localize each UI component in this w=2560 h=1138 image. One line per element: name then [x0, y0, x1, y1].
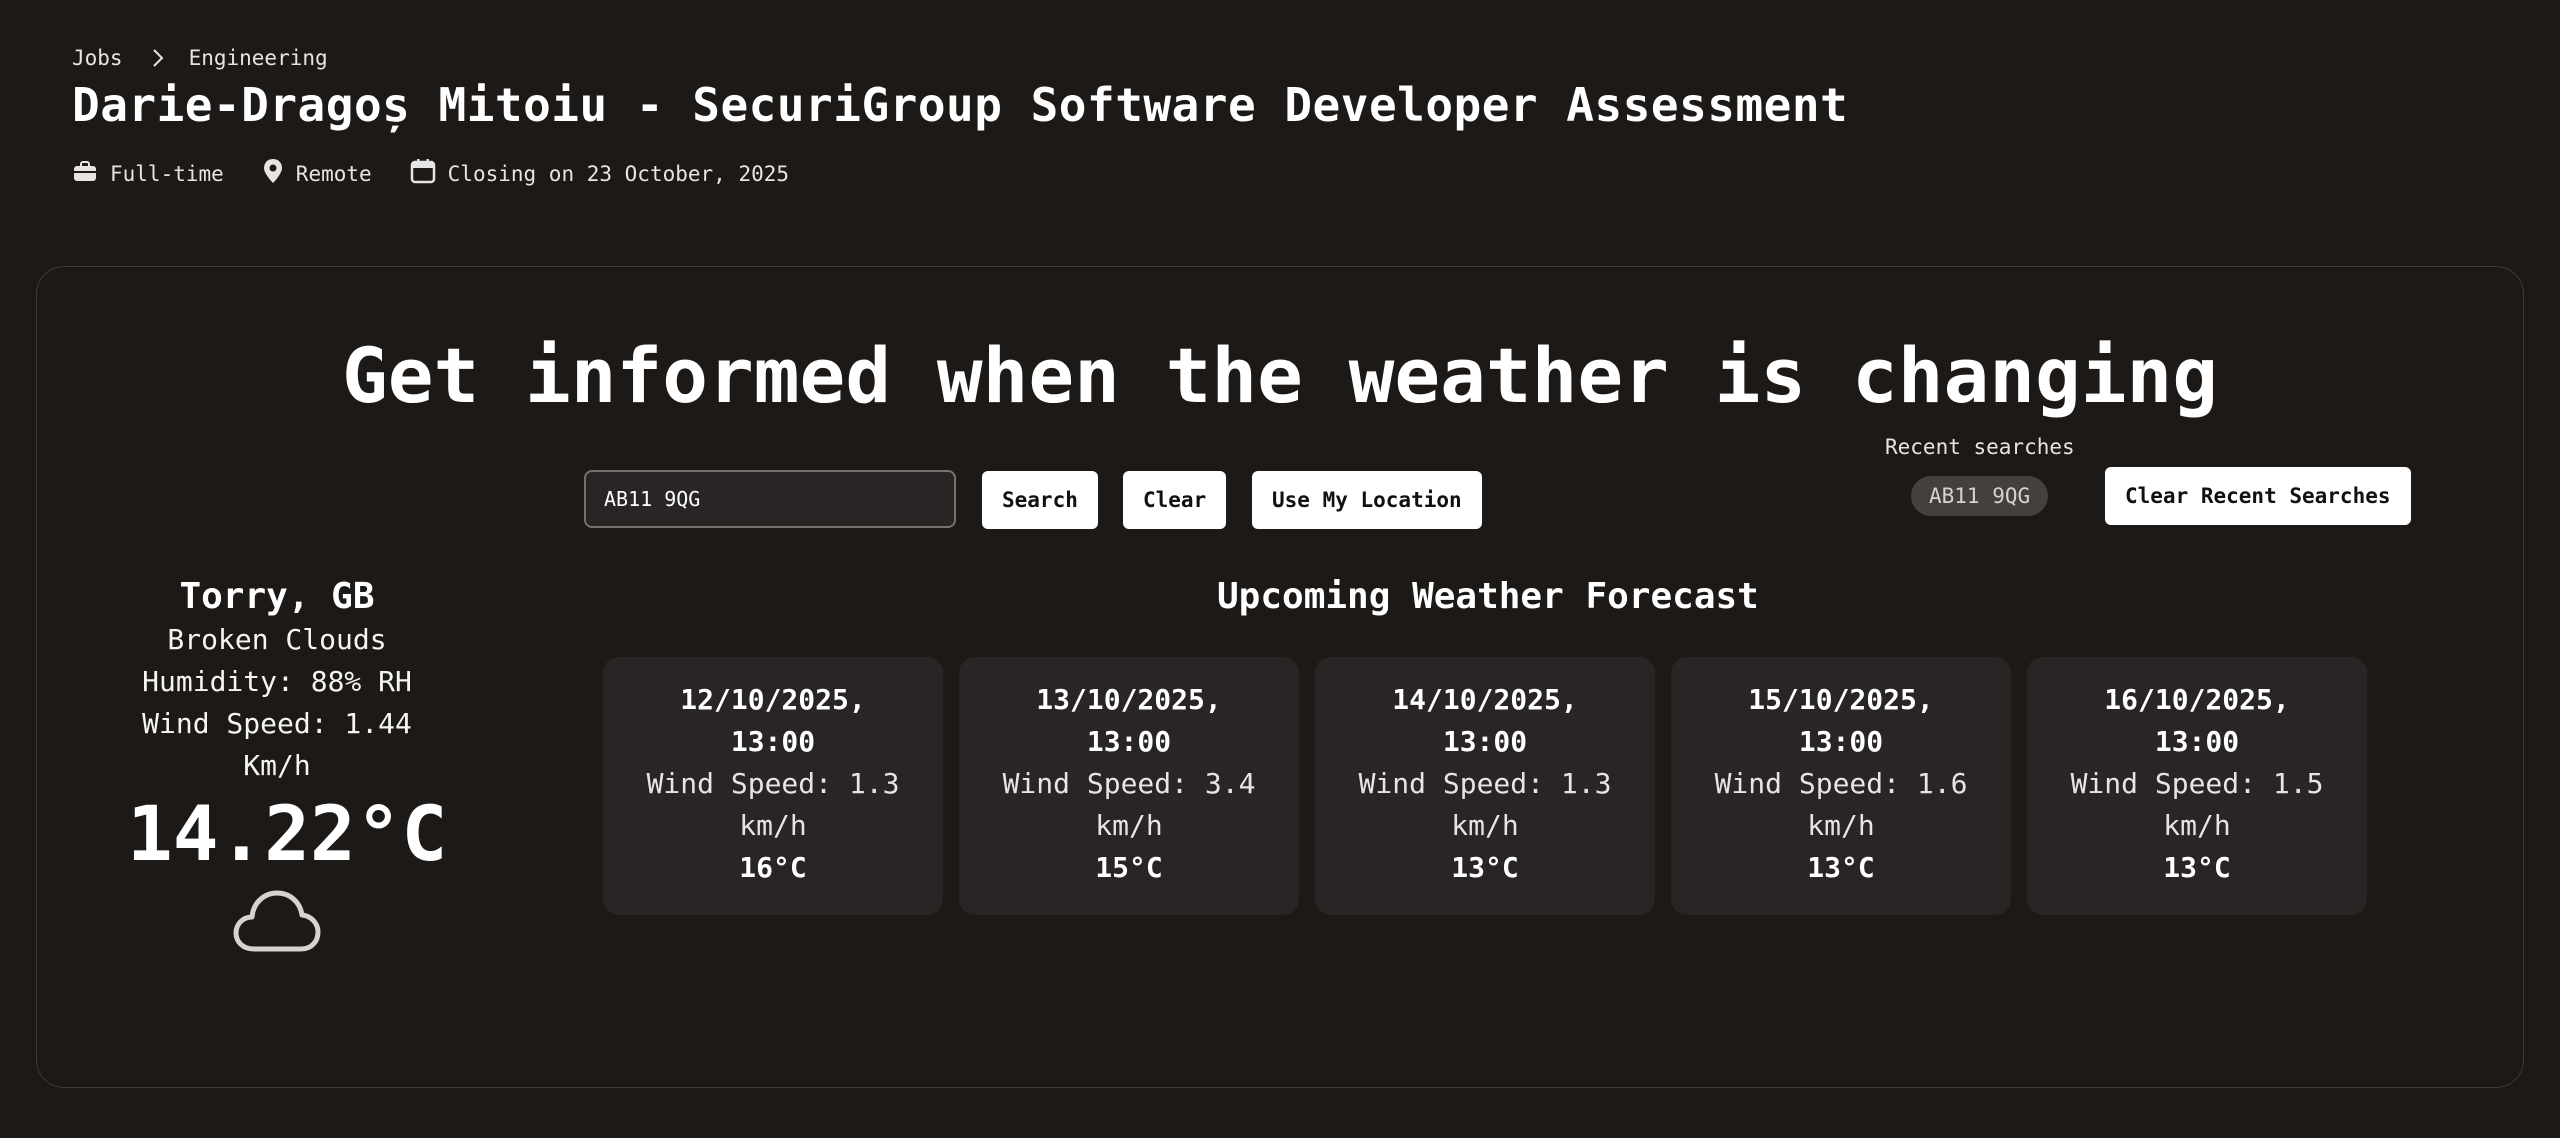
forecast-temp: 13°C	[2163, 851, 2231, 884]
job-location: Remote	[262, 158, 372, 189]
clear-recent-searches-button[interactable]: Clear Recent Searches	[2105, 467, 2411, 525]
job-closing-label: Closing on 23 October, 2025	[447, 161, 790, 186]
forecast-card: 16/10/2025, 13:00 Wind Speed: 1.5 km/h 1…	[2027, 657, 2367, 915]
forecast-time: 13:00	[1086, 725, 1172, 758]
location-pin-icon	[262, 158, 296, 189]
forecast-wind-unit: km/h	[1451, 809, 1519, 842]
forecast-wind: Wind Speed: 1.6	[1714, 767, 1968, 800]
forecast-title: Upcoming Weather Forecast	[1217, 576, 1759, 617]
current-wind-speed: Wind Speed: 1.44	[142, 707, 412, 740]
forecast-time: 13:00	[730, 725, 816, 758]
search-button[interactable]: Search	[982, 471, 1098, 529]
current-temperature: 14.22°C	[127, 789, 448, 878]
forecast-wind-unit: km/h	[739, 809, 807, 842]
cloud-icon	[127, 885, 427, 955]
forecast-date: 14/10/2025,	[1392, 683, 1578, 716]
job-type-label: Full-time	[110, 161, 224, 186]
breadcrumb: Jobs Engineering	[72, 40, 1848, 76]
page-header: Jobs Engineering Darie-Dragoș Mitoiu - S…	[72, 40, 1848, 189]
job-type: Full-time	[72, 159, 224, 188]
forecast-time: 13:00	[1442, 725, 1528, 758]
weather-app-card: Get informed when the weather is changin…	[36, 266, 2524, 1088]
clear-button[interactable]: Clear	[1123, 471, 1227, 529]
forecast-date: 15/10/2025,	[1748, 683, 1934, 716]
forecast-card: 12/10/2025, 13:00 Wind Speed: 1.3 km/h 1…	[603, 657, 943, 915]
current-city: Torry, GB	[179, 576, 375, 617]
forecast-date: 12/10/2025,	[680, 683, 866, 716]
forecast-temp: 13°C	[1451, 851, 1519, 884]
postcode-search-input[interactable]	[584, 470, 956, 528]
current-wind-unit: Km/h	[243, 749, 311, 782]
forecast-date: 16/10/2025,	[2104, 683, 2290, 716]
forecast-time: 13:00	[1798, 725, 1884, 758]
breadcrumb-jobs[interactable]: Jobs	[72, 46, 123, 70]
forecast-temp: 13°C	[1807, 851, 1875, 884]
forecast-wind: Wind Speed: 1.3	[646, 767, 900, 800]
forecast-wind: Wind Speed: 1.5	[2070, 767, 2324, 800]
page-title: Darie-Dragoș Mitoiu - SecuriGroup Softwa…	[72, 78, 1849, 132]
forecast-card: 14/10/2025, 13:00 Wind Speed: 1.3 km/h 1…	[1315, 657, 1655, 915]
recent-searches-label: Recent searches	[1885, 435, 2075, 459]
current-condition: Broken Clouds	[167, 623, 387, 656]
use-my-location-button[interactable]: Use My Location	[1252, 471, 1482, 529]
forecast-wind-unit: km/h	[1095, 809, 1163, 842]
forecast-list: 12/10/2025, 13:00 Wind Speed: 1.3 km/h 1…	[603, 657, 2383, 915]
job-location-label: Remote	[295, 161, 372, 186]
forecast-temp: 16°C	[739, 851, 807, 884]
forecast-wind-unit: km/h	[1807, 809, 1875, 842]
forecast-wind: Wind Speed: 3.4	[1002, 767, 1256, 800]
calendar-icon	[410, 158, 448, 189]
app-headline: Get informed when the weather is changin…	[342, 331, 2218, 420]
breadcrumb-engineering[interactable]: Engineering	[189, 46, 328, 70]
forecast-time: 13:00	[2154, 725, 2240, 758]
chevron-right-icon	[151, 48, 165, 68]
job-meta: Full-time Remote Closing on 23 October, …	[72, 158, 1848, 189]
recent-search-chip[interactable]: AB11 9QG	[1911, 476, 2049, 516]
forecast-temp: 15°C	[1095, 851, 1163, 884]
forecast-wind-unit: km/h	[2163, 809, 2231, 842]
forecast-card: 15/10/2025, 13:00 Wind Speed: 1.6 km/h 1…	[1671, 657, 2011, 915]
forecast-card: 13/10/2025, 13:00 Wind Speed: 3.4 km/h 1…	[959, 657, 1299, 915]
forecast-date: 13/10/2025,	[1036, 683, 1222, 716]
job-closing: Closing on 23 October, 2025	[410, 158, 789, 189]
briefcase-icon	[72, 159, 110, 188]
current-humidity: Humidity: 88% RH	[142, 665, 412, 698]
forecast-wind: Wind Speed: 1.3	[1358, 767, 1612, 800]
current-weather: Torry, GB Broken Clouds Humidity: 88% RH…	[127, 575, 448, 955]
